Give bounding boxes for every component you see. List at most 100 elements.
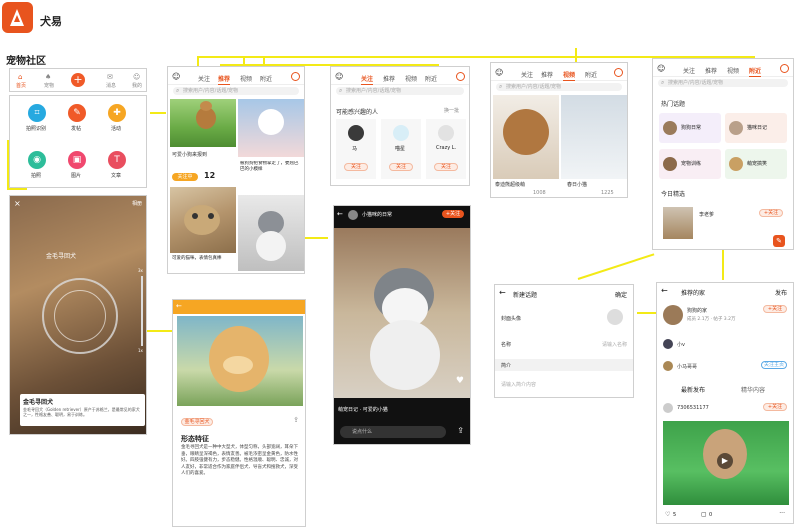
- profile-icon[interactable]: ☺: [335, 72, 343, 81]
- video-title-1[interactable]: 泰迪熊超级萌: [495, 181, 525, 188]
- follow-button[interactable]: +关注: [763, 305, 787, 313]
- more-icon[interactable]: ···: [779, 510, 785, 517]
- topic-card[interactable]: 猫咪日记: [725, 113, 787, 143]
- row-name[interactable]: 名称: [501, 341, 511, 348]
- back-icon[interactable]: ←: [337, 210, 343, 218]
- tab-follow[interactable]: 关注: [521, 70, 533, 79]
- comment-icon[interactable]: ▢: [701, 511, 707, 518]
- nav-pet[interactable]: 宠物: [44, 82, 54, 89]
- publish-plus-button[interactable]: +: [71, 73, 85, 87]
- tab-recommend[interactable]: 推荐: [383, 74, 395, 83]
- profile-icon[interactable]: ☺: [657, 64, 665, 73]
- message-icon[interactable]: ✉: [107, 73, 113, 81]
- post-image-puppy[interactable]: [170, 99, 236, 147]
- video-thumb-poodle[interactable]: [493, 95, 559, 179]
- tab-video[interactable]: 视频: [727, 66, 739, 75]
- follow-button[interactable]: 关注: [434, 163, 458, 171]
- image-icon[interactable]: ▣: [68, 151, 86, 169]
- back-icon[interactable]: ←: [499, 288, 506, 297]
- user-card[interactable]: Crazy L. 关注: [426, 119, 466, 179]
- tab-recommend[interactable]: 推荐: [218, 74, 231, 85]
- sign-in-icon[interactable]: [291, 72, 300, 81]
- tab-latest[interactable]: 最新发布: [681, 385, 705, 394]
- tab-follow[interactable]: 关注: [198, 74, 210, 83]
- tab-follow[interactable]: 关注: [361, 74, 374, 85]
- search-input[interactable]: 搜索用户/内容/话题/宠物: [496, 83, 622, 91]
- topic-card[interactable]: 宠物训练: [659, 149, 721, 179]
- sign-in-icon[interactable]: [614, 68, 623, 77]
- tab-video[interactable]: 视频: [563, 70, 576, 81]
- heart-icon[interactable]: ♥: [456, 376, 464, 386]
- profile-icon[interactable]: ☺: [172, 72, 180, 81]
- recognition-card[interactable]: 金毛寻回犬 金毛寻回犬（Golden retriever）原产于苏格兰，是最常见…: [20, 394, 145, 426]
- post-image-white-dog[interactable]: [238, 99, 304, 157]
- gift-icon[interactable]: ✚: [108, 104, 126, 122]
- tab-recommend[interactable]: 推荐: [541, 70, 553, 79]
- follow-button[interactable]: 关注: [344, 163, 368, 171]
- post-image-cat[interactable]: [170, 187, 236, 253]
- refresh-button[interactable]: 换一批: [444, 107, 459, 114]
- play-icon[interactable]: ▶: [717, 453, 733, 469]
- search-input[interactable]: 搜索用户/内容/话题/宠物: [658, 79, 788, 87]
- follow-button[interactable]: +关注: [759, 209, 783, 217]
- row-cover[interactable]: 封面头像: [501, 315, 521, 322]
- article-tag[interactable]: 金毛寻回犬: [181, 418, 213, 426]
- save-button[interactable]: 确定: [615, 290, 627, 299]
- share-icon[interactable]: ⇪: [457, 426, 464, 435]
- zoom-slider[interactable]: [141, 276, 143, 346]
- publish-icon[interactable]: ✎: [773, 235, 785, 247]
- video-thumb-cat[interactable]: [561, 95, 627, 179]
- video-title-2[interactable]: 春日小猫: [567, 181, 587, 188]
- tab-video[interactable]: 视频: [240, 74, 252, 83]
- name-input[interactable]: 请输入名称: [602, 341, 627, 348]
- pen-icon[interactable]: ✎: [68, 104, 86, 122]
- user-card[interactable]: 喵星 关注: [381, 119, 421, 179]
- publish-button[interactable]: 发布: [775, 288, 787, 297]
- back-icon[interactable]: ←: [176, 302, 182, 310]
- user-icon[interactable]: ☺: [133, 73, 140, 81]
- intro-textarea[interactable]: 请输入简介内容: [501, 381, 536, 388]
- post-title-3[interactable]: 可爱的猫咪，表情包真棒: [172, 255, 236, 261]
- back-icon[interactable]: ←: [661, 286, 668, 295]
- follow-button[interactable]: +关注: [442, 210, 464, 218]
- search-input[interactable]: 搜索用户/内容/话题/宠物: [173, 87, 299, 95]
- member-home-button[interactable]: 关注主页: [761, 361, 787, 369]
- nav-mine[interactable]: 我的: [132, 82, 142, 89]
- tab-nearby[interactable]: 附近: [260, 74, 272, 83]
- cover-avatar[interactable]: [607, 309, 623, 325]
- like-icon[interactable]: ♡: [665, 511, 670, 518]
- scan-icon[interactable]: ⌗: [28, 104, 46, 122]
- tab-video[interactable]: 视频: [405, 74, 417, 83]
- comment-input[interactable]: 说点什么: [340, 426, 446, 438]
- topic-card[interactable]: 萌宠搞笑: [725, 149, 787, 179]
- search-input[interactable]: 搜索用户/内容/话题/宠物: [336, 87, 464, 95]
- pet-icon[interactable]: ♠: [45, 73, 51, 81]
- follow-button[interactable]: +关注: [763, 403, 787, 411]
- follow-badge[interactable]: 关注中: [172, 173, 198, 181]
- post-video[interactable]: ▶: [663, 421, 789, 505]
- feed-image[interactable]: [663, 207, 693, 239]
- tab-nearby[interactable]: 附近: [585, 70, 597, 79]
- post-image-kitten[interactable]: [238, 195, 304, 271]
- album-button[interactable]: 相册: [132, 200, 142, 207]
- text-icon[interactable]: T: [108, 151, 126, 169]
- video-frame[interactable]: [334, 228, 470, 398]
- nav-message[interactable]: 消息: [106, 82, 116, 89]
- tab-nearby[interactable]: 附近: [425, 74, 437, 83]
- home-icon[interactable]: ⌂: [18, 73, 22, 81]
- sign-in-icon[interactable]: [456, 72, 465, 81]
- user-card[interactable]: 马 关注: [336, 119, 376, 179]
- sign-in-icon[interactable]: [780, 64, 789, 73]
- tab-recommend[interactable]: 推荐: [705, 66, 717, 75]
- post-title[interactable]: 可爱小狗来报到: [172, 151, 207, 158]
- topic-card[interactable]: 狗狗日常: [659, 113, 721, 143]
- close-icon[interactable]: ×: [14, 199, 21, 208]
- post-title-2[interactable]: 被狗狗把食物拿走了，委屈巴巴的小模样: [240, 161, 302, 179]
- camera-icon[interactable]: ◉: [28, 151, 46, 169]
- tab-nearby[interactable]: 附近: [749, 66, 762, 77]
- nav-home[interactable]: 首页: [16, 82, 26, 89]
- profile-icon[interactable]: ☺: [495, 68, 503, 77]
- follow-button[interactable]: 关注: [389, 163, 413, 171]
- tab-featured[interactable]: 精华内容: [741, 385, 765, 394]
- tab-follow[interactable]: 关注: [683, 66, 695, 75]
